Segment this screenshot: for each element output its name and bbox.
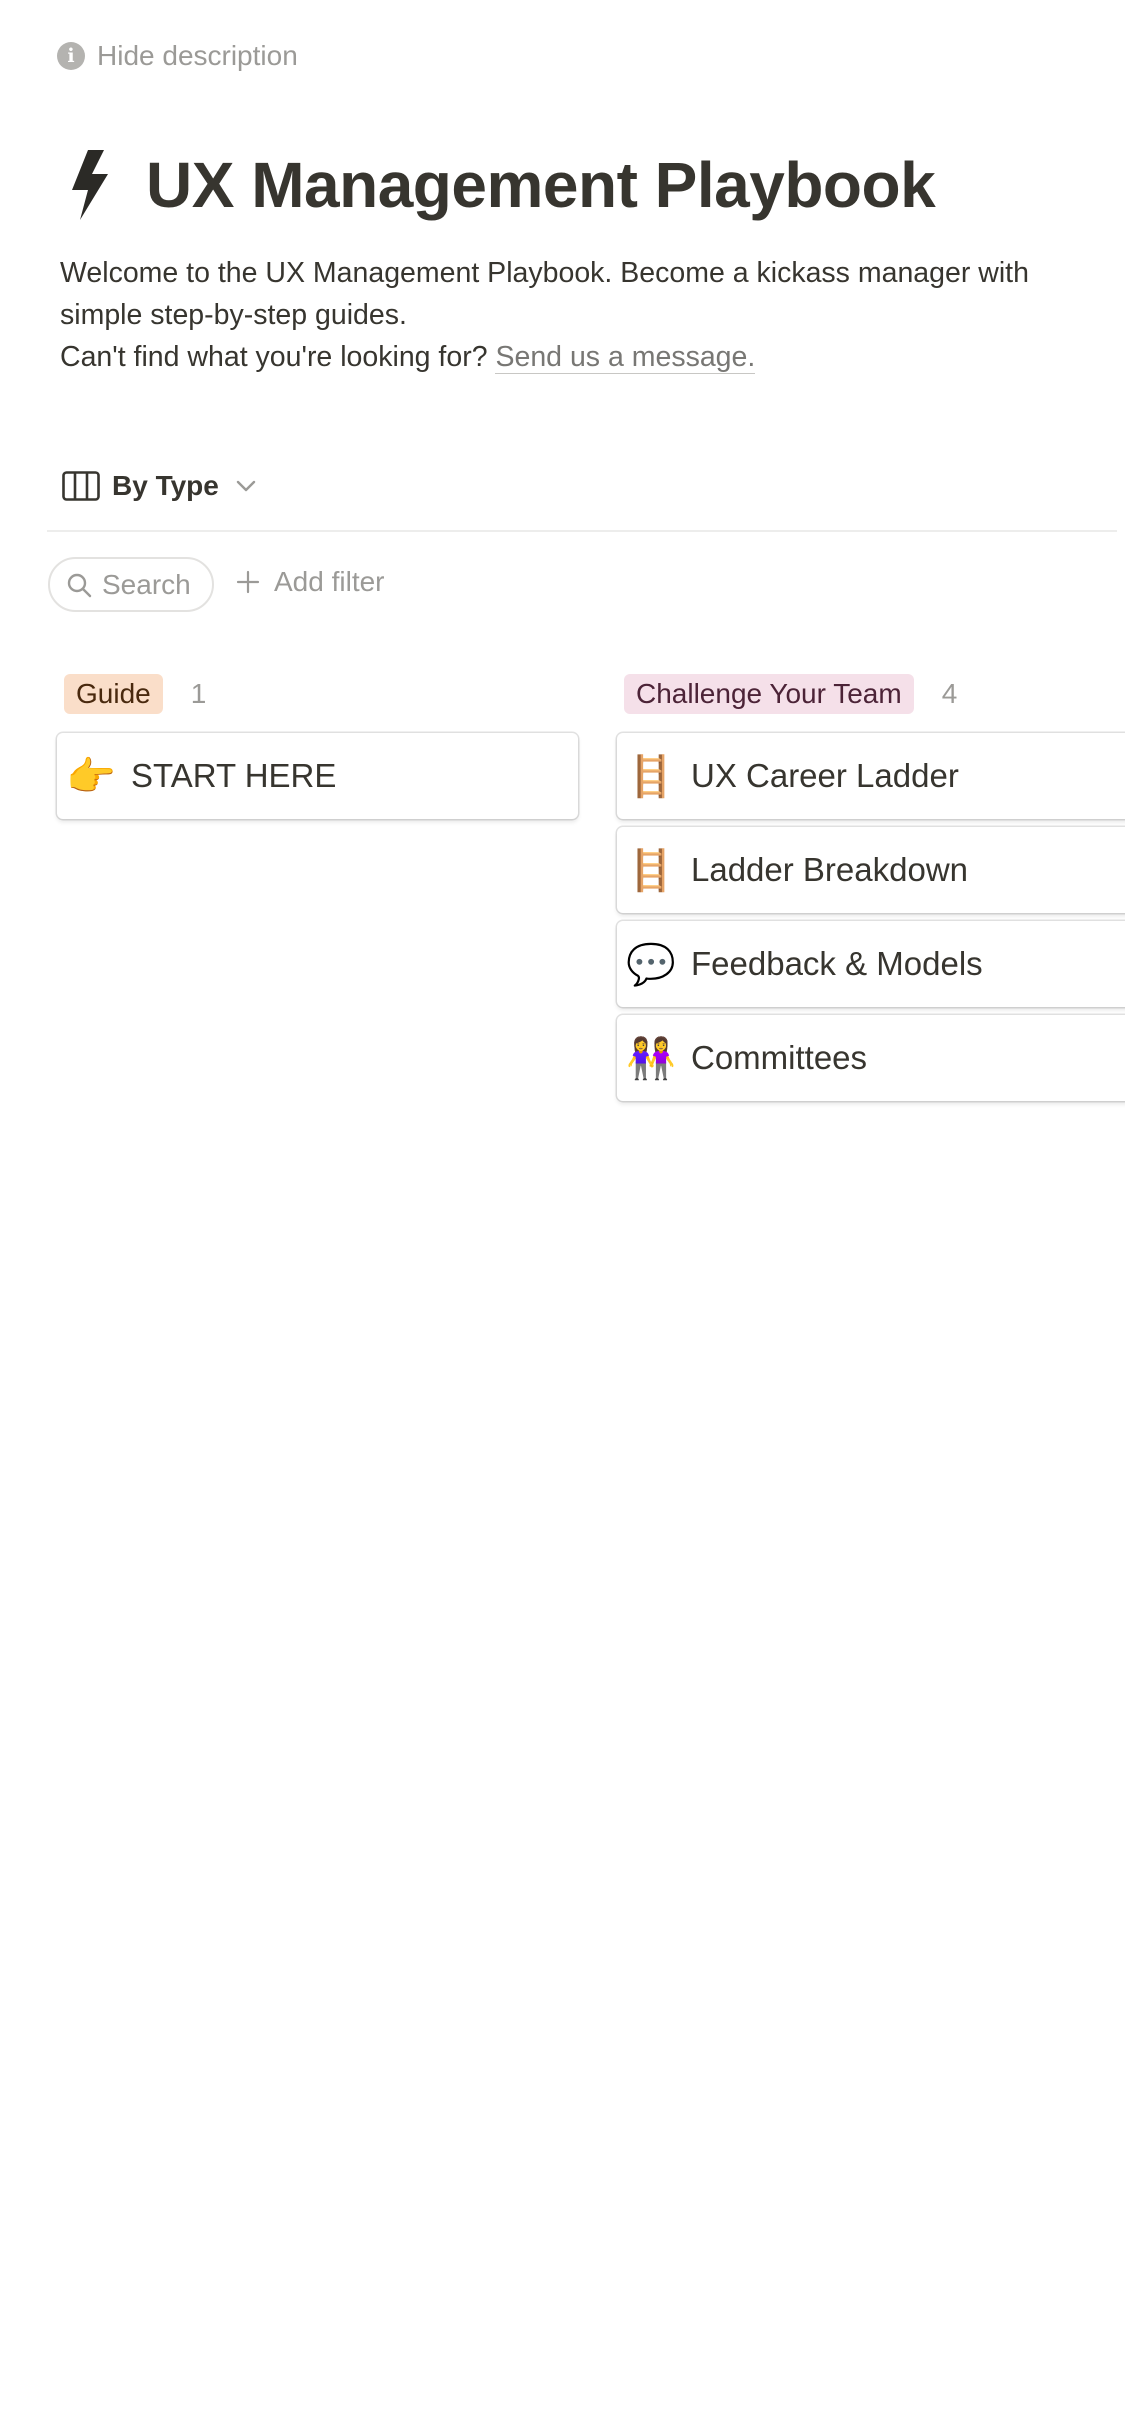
card-ladder-breakdown[interactable]: 🪜 Ladder Breakdown (617, 827, 1125, 913)
card-title: START HERE (131, 757, 337, 794)
chevron-down-icon (236, 480, 256, 492)
card-title: UX Career Ladder (691, 757, 959, 794)
ladder-icon: 🪜 (626, 754, 676, 799)
backhand-pointing-right-icon: 👉 (66, 754, 116, 799)
people-holding-hands-icon: 👭 (626, 1036, 676, 1081)
hide-description-button[interactable]: i Hide description (57, 40, 298, 72)
group-header-guide: Guide 1 (64, 674, 206, 714)
divider (47, 530, 1117, 532)
board-view-icon (62, 471, 100, 501)
group-tag-challenge-your-team: Challenge Your Team (624, 674, 914, 714)
search-button[interactable]: Search (48, 557, 214, 612)
view-label: By Type (112, 470, 219, 501)
lightning-bolt-icon (72, 150, 108, 220)
page-header: UX Management Playbook (60, 148, 936, 222)
card-ux-career-ladder[interactable]: 🪜 UX Career Ladder (617, 733, 1125, 819)
search-icon (67, 573, 92, 597)
card-start-here[interactable]: 👉 START HERE (57, 733, 578, 819)
info-icon: i (57, 42, 85, 70)
page-title: UX Management Playbook (146, 149, 936, 221)
group-count: 1 (190, 678, 207, 709)
search-label: Search (102, 568, 191, 600)
page: i Hide description UX Management Playboo… (0, 0, 1125, 2436)
group-header-challenge-your-team: Challenge Your Team 4 (624, 674, 957, 714)
send-message-link[interactable]: Send us a message. (495, 341, 756, 374)
group-tag-guide: Guide (64, 674, 163, 714)
view-switcher[interactable]: By Type (62, 470, 257, 502)
hide-description-label: Hide description (97, 40, 298, 71)
description-prompt: Can't find what you're looking for? (60, 341, 488, 373)
card-feedback-models[interactable]: 💬 Feedback & Models (617, 921, 1125, 1007)
add-filter-button[interactable]: Add filter (236, 566, 385, 598)
card-committees[interactable]: 👭 Committees (617, 1015, 1125, 1101)
card-title: Committees (691, 1039, 868, 1076)
page-description: Welcome to the UX Management Playbook. B… (60, 252, 1080, 378)
speech-balloon-icon: 💬 (626, 942, 676, 987)
ladder-icon: 🪜 (626, 848, 676, 893)
group-count: 4 (941, 678, 958, 709)
card-title: Ladder Breakdown (691, 851, 969, 888)
description-text: Welcome to the UX Management Playbook. B… (60, 257, 1029, 331)
plus-icon (236, 570, 260, 594)
add-filter-label: Add filter (274, 566, 385, 597)
card-title: Feedback & Models (691, 945, 983, 982)
